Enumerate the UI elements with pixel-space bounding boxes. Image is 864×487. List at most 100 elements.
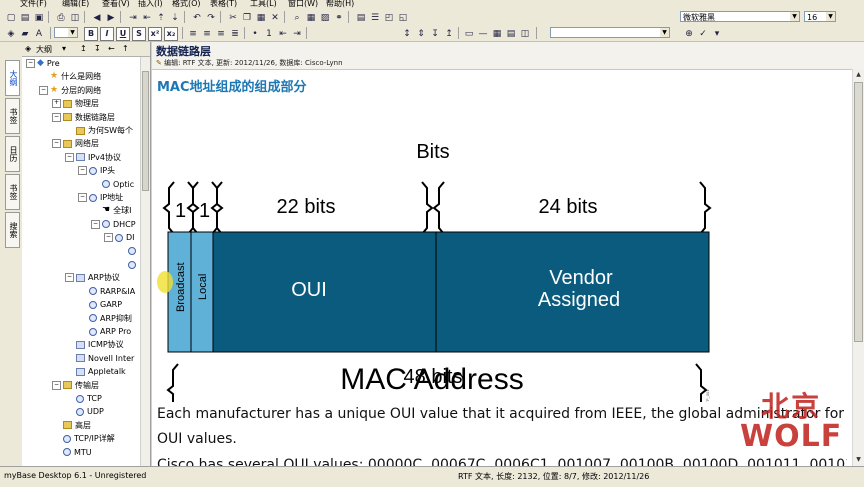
align-left-icon[interactable]: ≡ — [186, 27, 200, 41]
tab-outline[interactable]: 大纲 — [5, 60, 20, 96]
preview-icon[interactable]: ◫ — [68, 11, 82, 25]
copy-icon[interactable]: ❐ — [240, 11, 254, 25]
tree-node[interactable]: ☚ 全球I — [91, 204, 131, 217]
move-down-icon[interactable]: ⇣ — [168, 11, 182, 25]
link-icon[interactable]: ⚭ — [332, 11, 346, 25]
delete-icon[interactable]: ✕ — [268, 11, 282, 25]
tree-node[interactable]: − IP头 — [78, 164, 115, 177]
collapse-icon[interactable]: − — [26, 59, 35, 68]
save-icon[interactable]: ▣ — [32, 11, 46, 25]
tree-node[interactable]: − 传输层 — [52, 379, 99, 392]
style-select[interactable]: ▼ — [550, 27, 670, 38]
numbering-icon[interactable]: 1 — [262, 27, 276, 41]
tree-node[interactable]: − IPv4协议 — [65, 151, 121, 164]
table-icon[interactable]: ▦ — [304, 11, 318, 25]
tree-right-icon[interactable]: ↑ — [122, 44, 129, 53]
tab-bookmarks[interactable]: 书签 — [5, 98, 20, 134]
italic-button[interactable]: I — [100, 27, 114, 41]
window-icon[interactable]: ◰ — [382, 11, 396, 25]
collapse-icon[interactable]: − — [65, 152, 74, 162]
tree-node[interactable]: Appletalk — [65, 365, 126, 378]
tree-node[interactable]: MTU — [52, 446, 92, 459]
tile-icon[interactable]: ◱ — [396, 11, 410, 25]
border-icon[interactable]: ▭ — [462, 27, 476, 41]
tree-node[interactable]: ★ 什么是网络 — [39, 70, 101, 83]
menu-insert[interactable]: 插入(I) — [138, 0, 163, 9]
menu-tools[interactable]: 工具(L) — [250, 0, 277, 9]
open-icon[interactable]: ▤ — [18, 11, 32, 25]
calendar-icon[interactable]: ▤ — [354, 11, 368, 25]
collapse-icon[interactable]: − — [52, 139, 61, 149]
scroll-down-icon[interactable]: ▼ — [854, 455, 863, 465]
tree-node[interactable]: 为何SW每个 — [65, 124, 133, 137]
increase-indent-icon[interactable]: ⇥ — [290, 27, 304, 41]
menu-help[interactable]: 帮助(H) — [326, 0, 354, 9]
strike-button[interactable]: S — [132, 27, 146, 41]
tree-node[interactable]: − ARP协议 — [65, 271, 120, 284]
font-name-select[interactable]: 微软雅黑 ▼ — [680, 11, 800, 22]
undo-icon[interactable]: ↶ — [190, 11, 204, 25]
menu-format[interactable]: 格式(O) — [172, 0, 201, 9]
spell-icon[interactable]: ✓ — [696, 27, 710, 41]
align-right-icon[interactable]: ≡ — [214, 27, 228, 41]
font-color-icon[interactable]: A — [32, 27, 46, 41]
menu-window[interactable]: 窗口(W) — [288, 0, 318, 9]
tab-calendar[interactable]: 日历 — [5, 136, 20, 172]
highlight-icon[interactable]: ▰ — [18, 27, 32, 41]
print-icon[interactable]: ⎙ — [54, 11, 68, 25]
back-icon[interactable]: ◀ — [90, 11, 104, 25]
tree-node[interactable]: + 物理层 — [52, 97, 99, 110]
move-up-icon[interactable]: ⇡ — [154, 11, 168, 25]
tree-node[interactable]: UDP — [65, 405, 104, 418]
font-size-select[interactable]: 16 ▼ — [804, 11, 836, 22]
collapse-icon[interactable]: − — [78, 166, 87, 176]
menu-view[interactable]: 查看(V) — [102, 0, 130, 9]
outline-tree[interactable]: − ◆ Pre ★ 什么是网络 − ★ 分层的网络 + 物理层 − 数据链路层 为何SW每个 − 网络层 − I… — [22, 57, 140, 466]
tree-down-icon[interactable]: ↧ — [94, 44, 101, 53]
tree-node[interactable]: − ★ 分层的网络 — [39, 84, 101, 97]
collapse-icon[interactable]: − — [52, 112, 61, 122]
menu-file[interactable]: 文件(F) — [20, 0, 47, 9]
tree-node[interactable]: − 数据链路层 — [52, 111, 115, 124]
options-icon[interactable]: ▾ — [710, 27, 724, 41]
collapse-icon[interactable]: − — [65, 273, 74, 283]
tree-scrollbar[interactable] — [140, 57, 150, 466]
decrease-indent-icon[interactable]: ⇤ — [276, 27, 290, 41]
tree-node[interactable]: ICMP协议 — [65, 338, 124, 351]
bold-button[interactable]: B — [84, 27, 98, 41]
tree-node[interactable]: Optic — [91, 178, 134, 191]
underline-button[interactable]: U — [116, 27, 130, 41]
bullets-icon[interactable]: • — [248, 27, 262, 41]
hr-icon[interactable]: — — [476, 27, 490, 41]
collapse-icon[interactable]: − — [52, 380, 61, 390]
chevron-down-icon[interactable]: ▾ — [62, 44, 66, 53]
find-icon[interactable]: ⌕ — [290, 11, 304, 25]
tree-node[interactable]: Novell Inter — [65, 352, 134, 365]
list-icon[interactable]: ☰ — [368, 11, 382, 25]
forward-icon[interactable]: ▶ — [104, 11, 118, 25]
collapse-icon[interactable]: − — [78, 193, 87, 202]
tree-node[interactable]: − IP地址 — [78, 191, 123, 204]
para-spacing-icon[interactable]: ⇕ — [414, 27, 428, 41]
tab-search[interactable]: 搜索 — [5, 212, 20, 248]
tree-node[interactable]: − DI — [104, 231, 135, 244]
tree-up-icon[interactable]: ↥ — [80, 44, 87, 53]
align-center-icon[interactable]: ≡ — [200, 27, 214, 41]
indent-icon[interactable]: ⇥ — [126, 11, 140, 25]
color-picker[interactable]: ▼ — [54, 27, 78, 38]
tree-node[interactable]: RARP&IA — [78, 285, 135, 298]
redo-icon[interactable]: ↷ — [204, 11, 218, 25]
tree-node[interactable] — [117, 245, 139, 258]
spacing-before-icon[interactable]: ↥ — [442, 27, 456, 41]
superscript-button[interactable]: x² — [148, 27, 162, 41]
tree-node[interactable]: − 网络层 — [52, 137, 99, 150]
image-icon[interactable]: ▨ — [318, 11, 332, 25]
document-scroll-thumb[interactable] — [854, 82, 863, 342]
tree-left-icon[interactable]: ← — [108, 44, 115, 53]
new-icon[interactable]: ▢ — [4, 11, 18, 25]
table-insert-icon[interactable]: ▤ — [504, 27, 518, 41]
menu-edit[interactable]: 编辑(E) — [62, 0, 89, 9]
grid-icon[interactable]: ▦ — [490, 27, 504, 41]
justify-icon[interactable]: ≣ — [228, 27, 242, 41]
tree-node[interactable] — [117, 258, 139, 271]
